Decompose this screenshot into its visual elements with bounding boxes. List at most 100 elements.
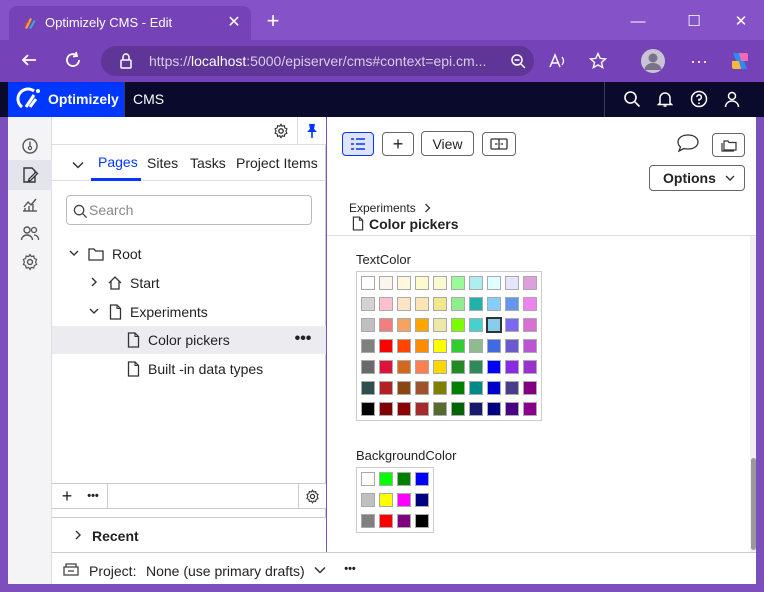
color-swatch[interactable]	[379, 514, 393, 528]
edit-content-icon[interactable]	[8, 160, 52, 190]
backgroundcolor-picker[interactable]	[356, 467, 434, 533]
color-swatch[interactable]	[361, 472, 375, 486]
zoom-icon[interactable]	[506, 49, 530, 73]
refresh-icon[interactable]	[61, 48, 85, 72]
search-box[interactable]	[66, 195, 312, 225]
color-swatch[interactable]	[505, 381, 519, 395]
breadcrumb[interactable]: Experiments	[349, 201, 430, 215]
color-swatch[interactable]	[415, 514, 429, 528]
lock-icon[interactable]	[117, 52, 135, 70]
color-swatch[interactable]	[523, 360, 537, 374]
textcolor-picker[interactable]	[356, 271, 542, 421]
tree-item-experiments[interactable]: Experiments	[52, 298, 326, 326]
tree-item-built-in-data-types[interactable]: Built -in data types	[52, 355, 326, 383]
tab-tasks[interactable]: Tasks	[190, 155, 226, 171]
color-swatch[interactable]	[451, 297, 465, 311]
color-swatch[interactable]	[433, 381, 447, 395]
color-swatch[interactable]	[379, 472, 393, 486]
compare-button[interactable]	[482, 132, 516, 156]
color-swatch[interactable]	[469, 297, 483, 311]
chevron-right-icon[interactable]	[87, 275, 101, 289]
color-swatch[interactable]	[397, 360, 411, 374]
search-input[interactable]	[89, 202, 299, 218]
color-swatch[interactable]	[433, 402, 447, 416]
color-swatch[interactable]	[451, 360, 465, 374]
color-swatch[interactable]	[361, 276, 375, 290]
help-icon[interactable]	[688, 88, 710, 110]
color-swatch[interactable]	[433, 339, 447, 353]
color-swatch[interactable]	[415, 402, 429, 416]
color-swatch[interactable]	[379, 402, 393, 416]
tree-item-color-pickers[interactable]: Color pickers •••	[52, 326, 326, 354]
view-button[interactable]: View	[421, 131, 474, 156]
breadcrumb-item[interactable]: Experiments	[349, 201, 416, 215]
dashboard-icon[interactable]	[8, 131, 52, 161]
color-swatch[interactable]	[361, 381, 375, 395]
color-swatch[interactable]	[523, 339, 537, 353]
color-swatch[interactable]	[469, 318, 483, 332]
color-swatch[interactable]	[379, 360, 393, 374]
maximize-icon[interactable]: ☐	[683, 10, 705, 32]
color-swatch[interactable]	[469, 276, 483, 290]
add-button[interactable]: +	[382, 132, 414, 156]
color-swatch[interactable]	[451, 276, 465, 290]
color-swatch[interactable]	[505, 276, 519, 290]
color-swatch[interactable]	[505, 297, 519, 311]
assets-pane-button[interactable]	[712, 133, 745, 157]
color-swatch[interactable]	[397, 318, 411, 332]
search-icon[interactable]	[621, 88, 643, 110]
color-swatch[interactable]	[379, 276, 393, 290]
tree-view-toggle-button[interactable]	[342, 132, 374, 156]
color-swatch[interactable]	[487, 276, 501, 290]
read-aloud-icon[interactable]	[546, 49, 570, 73]
color-swatch[interactable]	[469, 402, 483, 416]
collapse-chevron-down-icon[interactable]	[71, 158, 85, 172]
color-swatch[interactable]	[487, 360, 501, 374]
color-swatch[interactable]	[433, 276, 447, 290]
color-swatch[interactable]	[415, 318, 429, 332]
tree-item-root[interactable]: Root	[52, 240, 326, 268]
color-swatch[interactable]	[523, 276, 537, 290]
pane-settings-gear-icon[interactable]	[272, 122, 290, 140]
color-swatch[interactable]	[379, 339, 393, 353]
project-more-options-icon[interactable]: •••	[340, 561, 360, 577]
new-tab-icon[interactable]: +	[262, 10, 284, 32]
add-icon[interactable]: +	[57, 486, 77, 506]
color-swatch[interactable]	[379, 493, 393, 507]
color-swatch[interactable]	[397, 276, 411, 290]
color-swatch[interactable]	[523, 402, 537, 416]
color-swatch[interactable]	[415, 493, 429, 507]
more-options-icon[interactable]: •••	[83, 486, 103, 506]
tab-sites[interactable]: Sites	[147, 155, 178, 171]
color-swatch[interactable]	[451, 402, 465, 416]
comments-icon[interactable]	[676, 133, 700, 153]
color-swatch[interactable]	[415, 472, 429, 486]
optimizely-logo[interactable]: Optimizely	[8, 82, 124, 117]
users-icon[interactable]	[8, 218, 52, 248]
color-swatch[interactable]	[433, 318, 447, 332]
copilot-icon[interactable]	[728, 49, 752, 73]
color-swatch[interactable]	[379, 381, 393, 395]
color-swatch[interactable]	[397, 339, 411, 353]
color-swatch[interactable]	[361, 297, 375, 311]
scrollbar-thumb[interactable]	[751, 458, 756, 550]
color-swatch[interactable]	[451, 339, 465, 353]
close-tab-icon[interactable]: ✕	[225, 13, 243, 31]
color-swatch[interactable]	[397, 297, 411, 311]
color-swatch[interactable]	[397, 514, 411, 528]
color-swatch[interactable]	[451, 381, 465, 395]
color-swatch[interactable]	[487, 402, 501, 416]
color-swatch[interactable]	[486, 317, 502, 333]
footer-settings-gear-icon[interactable]	[303, 487, 321, 505]
settings-gear-icon[interactable]	[8, 247, 52, 277]
color-swatch[interactable]	[397, 472, 411, 486]
options-button[interactable]: Options	[649, 165, 745, 191]
close-window-icon[interactable]: ✕	[730, 10, 752, 32]
color-swatch[interactable]	[523, 297, 537, 311]
color-swatch[interactable]	[415, 339, 429, 353]
color-swatch[interactable]	[469, 360, 483, 374]
user-icon[interactable]	[721, 88, 743, 110]
color-swatch[interactable]	[433, 360, 447, 374]
color-swatch[interactable]	[415, 381, 429, 395]
color-swatch[interactable]	[487, 339, 501, 353]
